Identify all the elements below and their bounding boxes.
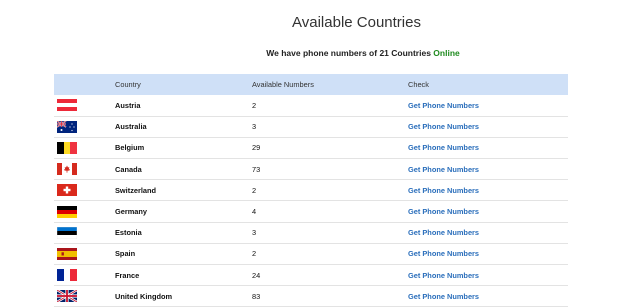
countries-table: Country Available Numbers Check Austria 2…: [54, 74, 568, 307]
austria-flag-icon: [57, 99, 77, 112]
flag-cell: [54, 222, 115, 243]
get-phone-numbers-link[interactable]: Get Phone Numbers: [408, 122, 479, 131]
column-header-flag: [54, 74, 115, 95]
germany-flag-icon: [57, 205, 77, 218]
country-name: Austria: [115, 100, 141, 110]
page-subtitle: We have phone numbers of 21 Countries On…: [0, 48, 640, 58]
check-cell: Get Phone Numbers: [408, 243, 568, 264]
available-numbers: 83: [252, 291, 261, 301]
page-title: Available Countries: [292, 14, 421, 31]
table-row: Estonia 3 Get Phone Numbers: [54, 222, 568, 244]
column-header-country: Country: [115, 80, 141, 89]
check-cell: Get Phone Numbers: [408, 137, 568, 158]
table-header-row: Country Available Numbers Check: [54, 74, 568, 95]
get-phone-numbers-link[interactable]: Get Phone Numbers: [408, 101, 479, 110]
available-numbers: 24: [252, 270, 261, 280]
country-name: Australia: [115, 122, 147, 132]
country-name: United Kingdom: [115, 291, 173, 301]
table-row: Switzerland 2 Get Phone Numbers: [54, 180, 568, 201]
table-row: United Kingdom 83 Get Phone Numbers: [54, 286, 568, 307]
flag-cell: [54, 116, 115, 137]
available-numbers: 2: [252, 185, 257, 195]
table-row: Belgium 29 Get Phone Numbers: [54, 137, 568, 159]
flag-cell: [54, 265, 115, 286]
check-cell: Get Phone Numbers: [408, 201, 568, 222]
country-name: Germany: [115, 207, 148, 217]
flag-cell: [54, 180, 115, 201]
get-phone-numbers-link[interactable]: Get Phone Numbers: [408, 292, 479, 301]
belgium-flag-icon: [57, 141, 77, 154]
country-name: Spain: [115, 249, 136, 259]
country-name: France: [115, 270, 140, 280]
spain-flag-icon: [57, 247, 77, 260]
column-header-numbers: Available Numbers: [252, 80, 314, 89]
country-name: Canada: [115, 164, 142, 174]
flag-cell: [54, 137, 115, 158]
check-cell: Get Phone Numbers: [408, 95, 568, 116]
country-name: Switzerland: [115, 185, 157, 195]
canada-flag-icon: [57, 163, 77, 176]
available-numbers: 3: [252, 228, 257, 238]
australia-flag-icon: [57, 120, 77, 133]
online-status: Online: [433, 48, 460, 58]
available-numbers: 2: [252, 100, 257, 110]
switzerland-flag-icon: [57, 184, 77, 197]
check-cell: Get Phone Numbers: [408, 180, 568, 201]
get-phone-numbers-link[interactable]: Get Phone Numbers: [408, 186, 479, 195]
get-phone-numbers-link[interactable]: Get Phone Numbers: [408, 207, 479, 216]
get-phone-numbers-link[interactable]: Get Phone Numbers: [408, 143, 479, 152]
flag-cell: [54, 243, 115, 264]
available-numbers: 29: [252, 143, 261, 153]
available-numbers: 73: [252, 164, 261, 174]
check-cell: Get Phone Numbers: [408, 265, 568, 286]
available-numbers: 3: [252, 122, 257, 132]
table-row: Australia 3 Get Phone Numbers: [54, 116, 568, 138]
subtitle-text: We have phone numbers of 21 Countries: [266, 48, 434, 58]
flag-cell: [54, 95, 115, 116]
column-header-check: Check: [408, 80, 429, 89]
uk-flag-icon: [57, 290, 77, 303]
get-phone-numbers-link[interactable]: Get Phone Numbers: [408, 271, 479, 280]
estonia-flag-icon: [57, 226, 77, 239]
flag-cell: [54, 201, 115, 222]
get-phone-numbers-link[interactable]: Get Phone Numbers: [408, 165, 479, 174]
flag-cell: [54, 159, 115, 180]
country-name: Belgium: [115, 143, 145, 153]
flag-cell: [54, 286, 115, 307]
check-cell: Get Phone Numbers: [408, 159, 568, 180]
table-row: Germany 4 Get Phone Numbers: [54, 201, 568, 223]
check-cell: Get Phone Numbers: [408, 222, 568, 243]
table-row: Canada 73 Get Phone Numbers: [54, 159, 568, 180]
check-cell: Get Phone Numbers: [408, 116, 568, 137]
check-cell: Get Phone Numbers: [408, 286, 568, 307]
france-flag-icon: [57, 269, 77, 282]
table-row: Spain 2 Get Phone Numbers: [54, 243, 568, 265]
get-phone-numbers-link[interactable]: Get Phone Numbers: [408, 228, 479, 237]
table-row: Austria 2 Get Phone Numbers: [54, 95, 568, 117]
get-phone-numbers-link[interactable]: Get Phone Numbers: [408, 249, 479, 258]
table-row: France 24 Get Phone Numbers: [54, 265, 568, 286]
available-numbers: 4: [252, 207, 257, 217]
country-name: Estonia: [115, 228, 142, 238]
available-numbers: 2: [252, 249, 257, 259]
